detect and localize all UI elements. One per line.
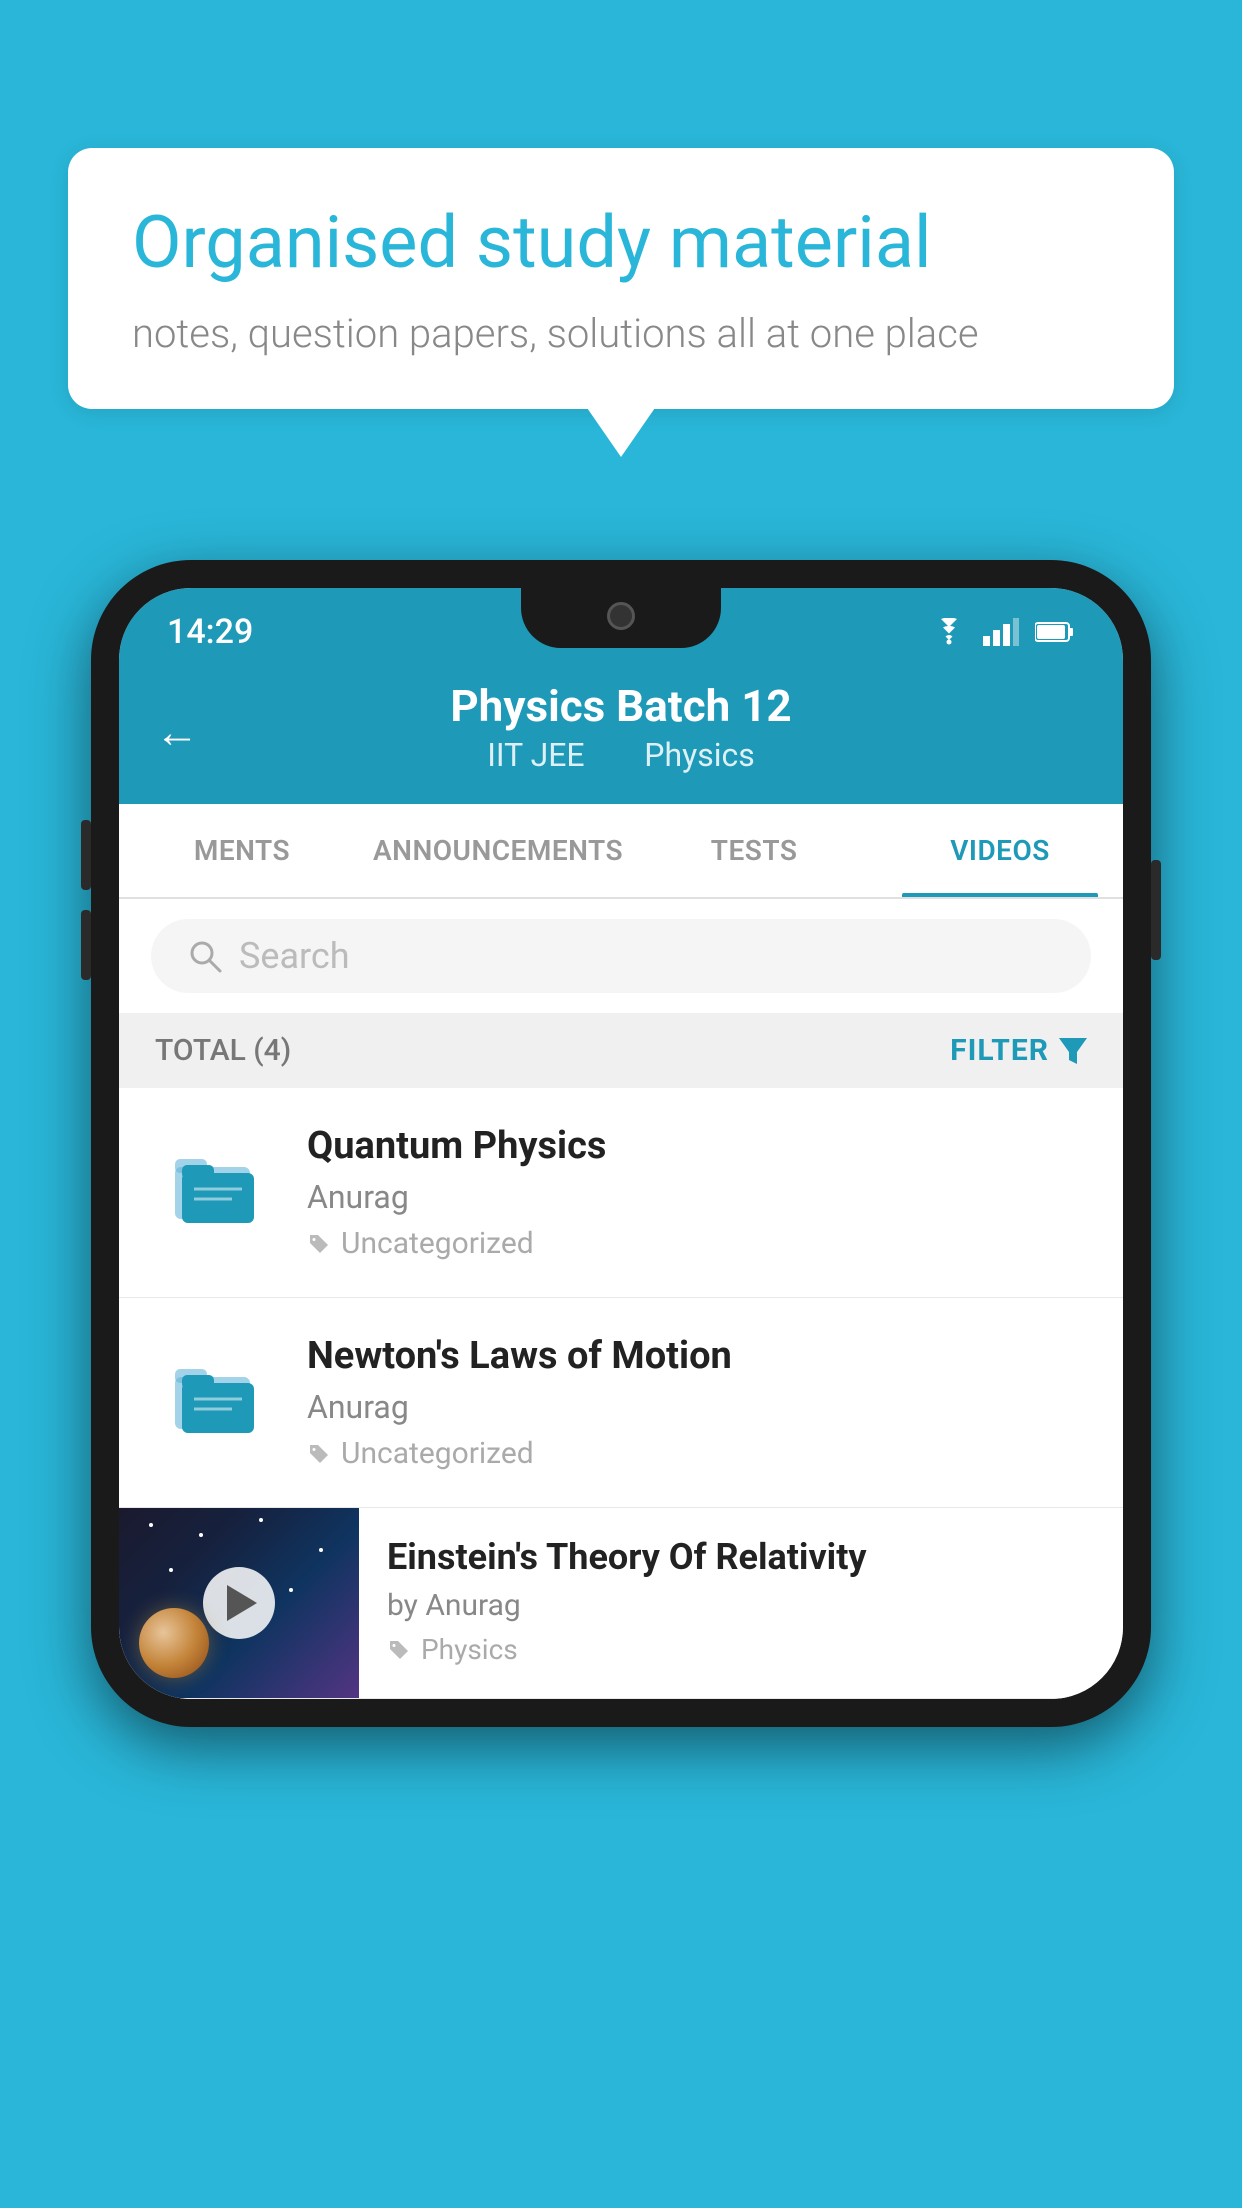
- app-subtitle: IIT JEE Physics: [159, 736, 1083, 774]
- tag-icon-3: [387, 1638, 411, 1662]
- play-triangle: [227, 1585, 257, 1621]
- speech-bubble-section: Organised study material notes, question…: [68, 148, 1174, 409]
- star-1: [149, 1523, 153, 1527]
- app-header: ← Physics Batch 12 IIT JEE Physics: [119, 660, 1123, 804]
- tag-icon: [307, 1232, 331, 1256]
- star-5: [169, 1568, 173, 1572]
- tab-ments[interactable]: MENTS: [119, 804, 365, 897]
- phone-screen: 14:29: [119, 588, 1123, 1699]
- newton-info: Newton's Laws of Motion Anurag Uncategor…: [307, 1334, 1087, 1471]
- newton-title: Newton's Laws of Motion: [307, 1334, 1087, 1378]
- quantum-author: Anurag: [307, 1178, 1087, 1216]
- status-icons: [931, 618, 1075, 646]
- back-button[interactable]: ←: [155, 706, 199, 758]
- planet-graphic: [139, 1608, 209, 1678]
- star-6: [289, 1588, 293, 1592]
- einstein-info: Einstein's Theory Of Relativity by Anura…: [359, 1508, 1123, 1694]
- star-2: [199, 1533, 203, 1537]
- camera: [607, 602, 635, 630]
- star-3: [259, 1518, 263, 1522]
- app-title: Physics Batch 12: [159, 680, 1083, 732]
- folder-icon: [170, 1139, 260, 1229]
- einstein-author: by Anurag: [387, 1588, 1095, 1623]
- subtitle-physics: Physics: [644, 736, 755, 774]
- newton-folder-thumb: [155, 1334, 275, 1454]
- tabs-bar: MENTS ANNOUNCEMENTS TESTS VIDEOS: [119, 804, 1123, 899]
- quantum-tag: Uncategorized: [307, 1226, 1087, 1261]
- total-count: TOTAL (4): [155, 1033, 291, 1068]
- wifi-icon: [931, 618, 967, 646]
- newton-author: Anurag: [307, 1388, 1087, 1426]
- tab-tests[interactable]: TESTS: [631, 804, 877, 897]
- search-placeholder: Search: [239, 935, 350, 977]
- play-button[interactable]: [203, 1567, 275, 1639]
- phone-notch: [521, 588, 721, 648]
- tab-videos[interactable]: VIDEOS: [877, 804, 1123, 897]
- filter-bar: TOTAL (4) FILTER: [119, 1013, 1123, 1088]
- einstein-title: Einstein's Theory Of Relativity: [387, 1536, 1095, 1578]
- battery-icon: [1035, 621, 1075, 643]
- quantum-info: Quantum Physics Anurag Uncategorized: [307, 1124, 1087, 1261]
- einstein-thumbnail: [119, 1508, 359, 1698]
- search-input-wrap[interactable]: Search: [151, 919, 1091, 993]
- phone-outer: 14:29: [91, 560, 1151, 1727]
- filter-funnel-icon: [1059, 1038, 1087, 1064]
- power-button: [1151, 860, 1161, 960]
- speech-bubble-subtext: notes, question papers, solutions all at…: [132, 310, 1110, 357]
- status-time: 14:29: [167, 612, 253, 652]
- newton-tag: Uncategorized: [307, 1436, 1087, 1471]
- quantum-title: Quantum Physics: [307, 1124, 1087, 1168]
- video-item-einstein[interactable]: Einstein's Theory Of Relativity by Anura…: [119, 1508, 1123, 1699]
- speech-bubble-heading: Organised study material: [132, 200, 1110, 286]
- quantum-folder-thumb: [155, 1124, 275, 1244]
- volume-up-button: [81, 820, 91, 890]
- star-4: [319, 1548, 323, 1552]
- search-container: Search: [119, 899, 1123, 1013]
- einstein-tag: Physics: [387, 1633, 1095, 1666]
- tab-announcements[interactable]: ANNOUNCEMENTS: [365, 804, 631, 897]
- subtitle-iit: IIT JEE: [487, 736, 584, 774]
- speech-bubble: Organised study material notes, question…: [68, 148, 1174, 409]
- video-list: Quantum Physics Anurag Uncategorized: [119, 1088, 1123, 1699]
- search-icon: [187, 938, 223, 974]
- phone-wrapper: 14:29: [91, 560, 1151, 1727]
- volume-down-button: [81, 910, 91, 980]
- video-item-quantum[interactable]: Quantum Physics Anurag Uncategorized: [119, 1088, 1123, 1298]
- signal-icon: [983, 618, 1019, 646]
- filter-button[interactable]: FILTER: [950, 1033, 1087, 1068]
- folder-icon-2: [170, 1349, 260, 1439]
- tag-icon-2: [307, 1442, 331, 1466]
- video-item-newton[interactable]: Newton's Laws of Motion Anurag Uncategor…: [119, 1298, 1123, 1508]
